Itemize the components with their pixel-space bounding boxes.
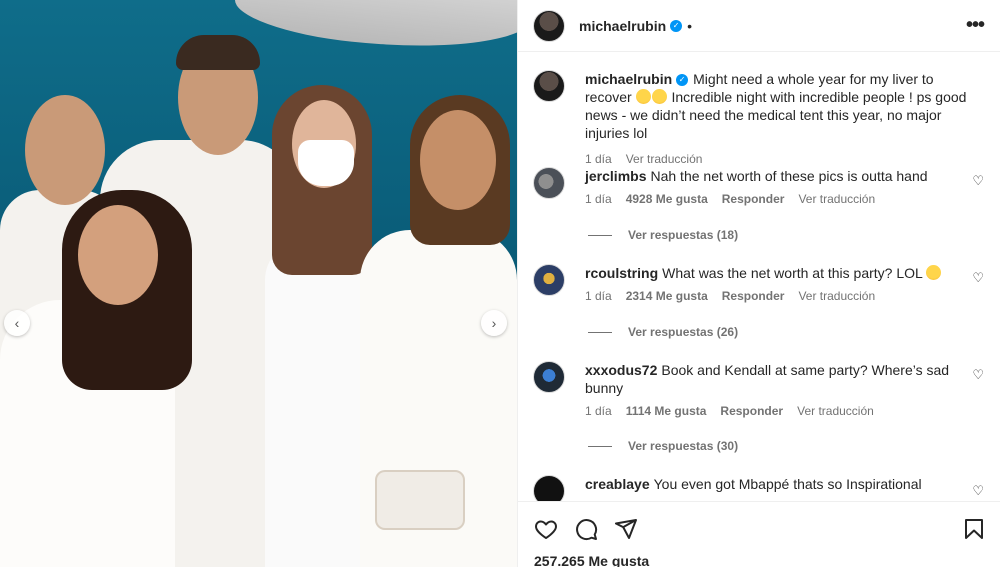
post-header: michaelrubin ✓ • •••: [518, 0, 1000, 52]
person-head: [78, 205, 158, 305]
person-hair: [176, 35, 260, 70]
comment-username[interactable]: jerclimbs: [585, 168, 646, 184]
comment-meta: 1 día 2314 Me gusta Responder Ver traduc…: [585, 287, 950, 305]
verified-badge-icon: ✓: [676, 74, 689, 87]
caption-username[interactable]: michaelrubin: [585, 71, 672, 87]
comment-text: creablaye You even got Mbappé thats so In…: [585, 475, 950, 493]
like-heart-icon[interactable]: [534, 517, 558, 541]
joy-emoji-icon: [651, 89, 667, 104]
person-head: [420, 110, 496, 210]
comment-time[interactable]: 1 día: [585, 190, 612, 208]
comment-bubble-icon[interactable]: [574, 517, 598, 541]
commenter-avatar[interactable]: [533, 264, 565, 296]
separator-dot: •: [687, 17, 693, 34]
joy-emoji-icon: [635, 89, 651, 104]
commenter-avatar[interactable]: [533, 361, 565, 393]
translate-link[interactable]: Ver traducción: [798, 287, 875, 305]
like-comment-heart-icon[interactable]: ♡: [972, 483, 984, 499]
comment-username[interactable]: creablaye: [585, 476, 650, 492]
comment-likes[interactable]: 1114 Me gusta: [626, 402, 707, 420]
view-replies-button[interactable]: Ver respuestas (26): [588, 325, 738, 339]
caption-meta: 1 día Ver traducción: [585, 150, 984, 168]
author-avatar[interactable]: [533, 9, 565, 42]
like-comment-heart-icon[interactable]: ♡: [972, 270, 984, 286]
post-photo[interactable]: ‹ ›: [0, 0, 517, 567]
person-head: [25, 95, 105, 205]
share-send-icon[interactable]: [614, 517, 638, 541]
verified-badge-icon: ✓: [670, 19, 683, 32]
carousel-next-button[interactable]: ›: [481, 310, 507, 336]
caption-text: michaelrubin ✓ Might need a whole year for…: [585, 70, 984, 142]
commenter-avatar[interactable]: [533, 167, 565, 199]
carousel-prev-button[interactable]: ‹: [4, 310, 30, 336]
comment-body: You even got Mbappé thats so Inspiration…: [653, 476, 922, 492]
rofl-emoji-icon: [926, 265, 942, 280]
view-replies-button[interactable]: Ver respuestas (30): [588, 439, 738, 453]
translate-link[interactable]: Ver traducción: [798, 190, 875, 208]
translate-link[interactable]: Ver traducción: [626, 150, 703, 168]
umbrella-shape: [231, 0, 517, 61]
like-comment-heart-icon[interactable]: ♡: [972, 367, 984, 383]
comment-username[interactable]: xxxodus72: [585, 362, 657, 378]
comment-time[interactable]: 1 día: [585, 402, 612, 420]
more-options-icon[interactable]: •••: [966, 14, 985, 37]
comment-meta: 1 día 4928 Me gusta Responder Ver traduc…: [585, 190, 950, 208]
comment-time[interactable]: 1 día: [585, 287, 612, 305]
comment-username[interactable]: rcoulstring: [585, 265, 658, 281]
view-replies-button[interactable]: Ver respuestas (18): [588, 228, 738, 242]
commenter-avatar[interactable]: [533, 475, 565, 501]
face-mask: [298, 140, 354, 186]
reply-button[interactable]: Responder: [722, 190, 785, 208]
post-side-panel: michaelrubin ✓ • ••• michaelrubin ✓ Might …: [517, 0, 1000, 567]
caption-time[interactable]: 1 día: [585, 150, 612, 168]
post-actions-bar: [518, 501, 1000, 555]
comment-likes[interactable]: 4928 Me gusta: [626, 190, 708, 208]
handbag: [375, 470, 465, 530]
comment-body: What was the net worth at this party? LO…: [662, 265, 923, 281]
comment-body: Nah the net worth of these pics is outta…: [650, 168, 928, 184]
save-bookmark-icon[interactable]: [962, 517, 986, 541]
comment-likes[interactable]: 2314 Me gusta: [626, 287, 708, 305]
reply-button[interactable]: Responder: [720, 402, 783, 420]
post-likes-count[interactable]: 257.265 Me gusta: [534, 553, 649, 567]
reply-button[interactable]: Responder: [722, 287, 785, 305]
like-comment-heart-icon[interactable]: ♡: [972, 173, 984, 189]
comment-text: jerclimbs Nah the net worth of these pics…: [585, 167, 950, 185]
author-username[interactable]: michaelrubin: [579, 18, 666, 34]
comment-text: rcoulstring What was the net worth at thi…: [585, 264, 950, 282]
author-avatar[interactable]: [533, 70, 565, 102]
comment-meta: 1 día 1114 Me gusta Responder Ver traduc…: [585, 402, 950, 420]
translate-link[interactable]: Ver traducción: [797, 402, 874, 420]
comment-text: xxxodus72 Book and Kendall at same party?…: [585, 361, 950, 397]
comments-list[interactable]: michaelrubin ✓ Might need a whole year for…: [518, 52, 1000, 501]
